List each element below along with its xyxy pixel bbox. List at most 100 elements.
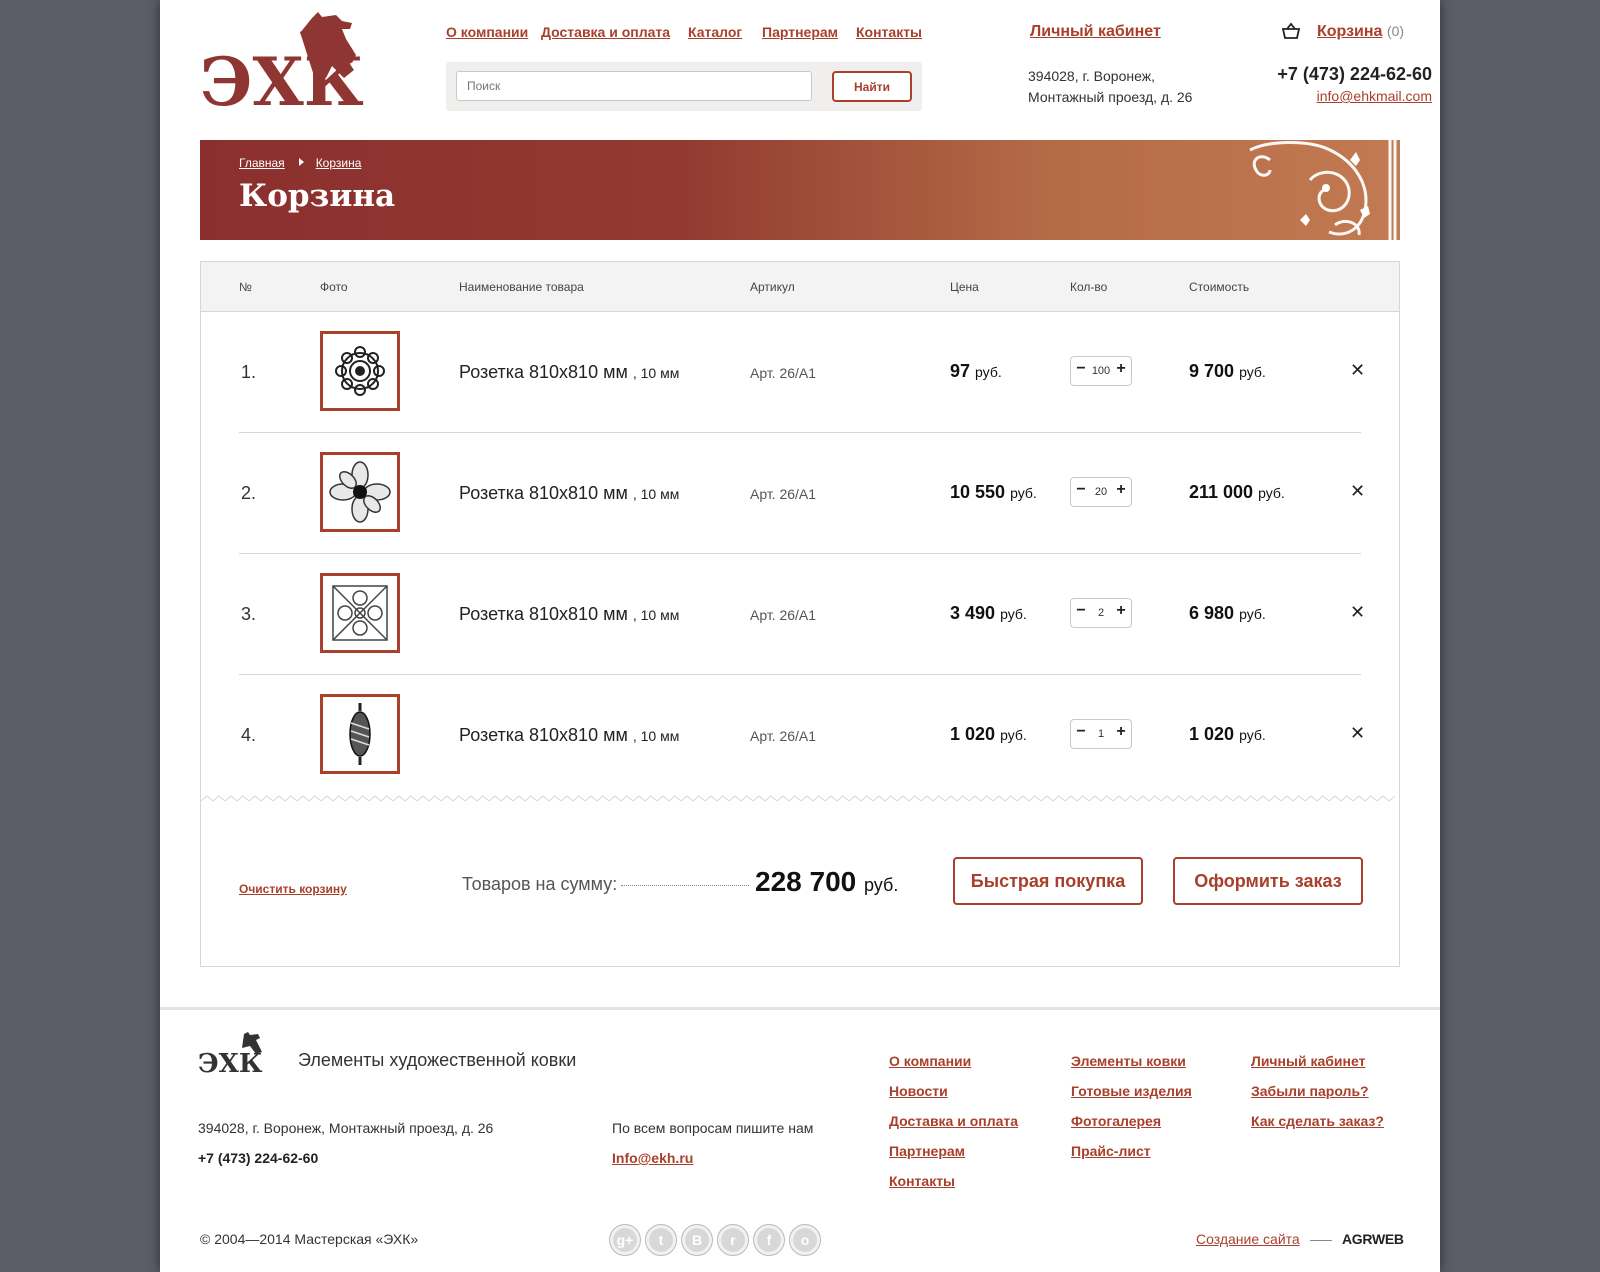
agrweb-logo[interactable]: AGRWEB [1342, 1231, 1404, 1247]
plus-icon[interactable]: + [1113, 481, 1129, 499]
page-title: Корзина [239, 178, 396, 214]
cost-currency: руб. [1258, 485, 1285, 501]
vk-icon[interactable]: В [681, 1224, 713, 1256]
search-input[interactable] [456, 71, 812, 101]
remove-icon[interactable]: ✕ [1350, 723, 1365, 744]
nav-contacts[interactable]: Контакты [856, 24, 922, 40]
checkout-button[interactable]: Оформить заказ [1173, 857, 1363, 905]
site-created-link[interactable]: Создание сайта [1196, 1231, 1300, 1247]
footer-link-gallery[interactable]: Фотогалерея [1071, 1113, 1161, 1129]
price-value: 10 550 [950, 482, 1006, 502]
odnoklassniki-icon[interactable]: о [789, 1224, 821, 1256]
col-num: № [239, 280, 252, 294]
product-name[interactable]: Розетка 810х810 мм , 10 мм [459, 725, 679, 746]
product-article: Арт. 26/А1 [750, 365, 817, 381]
cart-count: (0) [1386, 23, 1405, 39]
google-plus-icon[interactable]: g+ [609, 1224, 641, 1256]
product-name[interactable]: Розетка 810х810 мм , 10 мм [459, 483, 679, 504]
twitter-icon[interactable]: t [645, 1224, 677, 1256]
table-row: 1. Розетка 810х810 мм , 10 мм Арт. 26/А1… [201, 312, 1399, 433]
row-num: 2. [241, 483, 257, 503]
footer-link-partners[interactable]: Партнерам [889, 1143, 965, 1159]
quantity-value[interactable]: 1 [1087, 728, 1115, 740]
quantity-value[interactable]: 100 [1087, 365, 1115, 377]
row-num: 3. [241, 604, 257, 624]
product-size: , 10 мм [632, 486, 680, 502]
nav-partners[interactable]: Партнерам [762, 24, 838, 40]
cost-value: 211 000 [1189, 482, 1254, 502]
breadcrumb-home[interactable]: Главная [239, 156, 285, 170]
clear-cart-link[interactable]: Очистить корзину [239, 882, 347, 896]
footer-logo[interactable]: ЭХК [198, 1032, 268, 1076]
price-value: 1 020 [950, 724, 996, 744]
rss-icon[interactable]: r [717, 1224, 749, 1256]
footer-link-pricelist[interactable]: Прайс-лист [1071, 1143, 1151, 1159]
search-box: Найти [446, 62, 922, 111]
rosette-round-icon [335, 346, 385, 396]
cabinet-link[interactable]: Личный кабинет [1030, 23, 1161, 41]
total-currency: руб. [864, 875, 899, 895]
footer-logo-text: ЭХК [198, 1049, 263, 1076]
product-price: 1 020 руб. [950, 724, 1027, 745]
quantity-value[interactable]: 2 [1087, 607, 1115, 619]
nav-delivery[interactable]: Доставка и оплата [541, 24, 670, 40]
quick-buy-button[interactable]: Быстрая покупка [953, 857, 1143, 905]
plus-icon[interactable]: + [1113, 360, 1129, 378]
cost-value: 9 700 [1189, 361, 1235, 381]
plus-icon[interactable]: + [1113, 723, 1129, 741]
page: ЭХК О компании Доставка и оплата Каталог… [160, 0, 1440, 1272]
nav-catalog[interactable]: Каталог [688, 24, 742, 40]
footer-ask: По всем вопросам пишите нам [612, 1120, 814, 1136]
quantity-stepper: − 100 + [1070, 356, 1132, 386]
footer-link-products[interactable]: Готовые изделия [1071, 1083, 1192, 1099]
header-email[interactable]: info@ehkmail.com [1240, 88, 1432, 104]
price-currency: руб. [1000, 606, 1027, 622]
col-qty: Кол-во [1070, 280, 1108, 294]
price-value: 3 490 [950, 603, 996, 623]
product-name[interactable]: Розетка 810х810 мм , 10 мм [459, 604, 679, 625]
basket-icon[interactable] [1281, 22, 1301, 40]
footer-link-forgot[interactable]: Забыли пароль? [1251, 1083, 1369, 1099]
product-name-text: Розетка 810х810 мм [459, 483, 628, 503]
header-address: 394028, г. Воронеж, Монтажный проезд, д.… [1028, 66, 1228, 108]
row-num: 4. [241, 725, 257, 745]
product-name-text: Розетка 810х810 мм [459, 604, 628, 624]
product-photo[interactable] [320, 573, 400, 653]
footer-link-elements[interactable]: Элементы ковки [1071, 1053, 1186, 1069]
facebook-icon[interactable]: f [753, 1224, 785, 1256]
product-name-text: Розетка 810х810 мм [459, 725, 628, 745]
product-name[interactable]: Розетка 810х810 мм , 10 мм [459, 362, 679, 383]
total-label-text: Товаров на сумму: [462, 874, 618, 894]
product-size: , 10 мм [632, 728, 680, 744]
quantity-value[interactable]: 20 [1087, 486, 1115, 498]
cart-link[interactable]: Корзина (0) [1317, 23, 1404, 41]
product-photo[interactable] [320, 331, 400, 411]
search-button[interactable]: Найти [832, 71, 912, 102]
plus-icon[interactable]: + [1113, 602, 1129, 620]
col-article: Артикул [750, 280, 795, 294]
footer-link-cabinet[interactable]: Личный кабинет [1251, 1053, 1365, 1069]
cost-currency: руб. [1239, 606, 1266, 622]
footer-mail[interactable]: Info@ekh.ru [612, 1150, 693, 1166]
product-photo[interactable] [320, 694, 400, 774]
footer-link-howto[interactable]: Как сделать заказ? [1251, 1113, 1384, 1129]
breadcrumb-current[interactable]: Корзина [316, 156, 362, 170]
footer-link-about[interactable]: О компании [889, 1053, 971, 1069]
nav-about[interactable]: О компании [446, 24, 528, 40]
remove-icon[interactable]: ✕ [1350, 360, 1365, 381]
product-photo[interactable] [320, 452, 400, 532]
ehk-logo[interactable]: ЭХК [200, 10, 370, 118]
product-cost: 1 020 руб. [1189, 724, 1266, 745]
row-num: 1. [241, 362, 257, 382]
product-size: , 10 мм [632, 607, 680, 623]
dotted-leader [621, 885, 750, 886]
header-phone: +7 (473) 224-62-60 [1277, 64, 1432, 84]
table-row: 2. Розетка 810х810 мм , 10 мм Арт. 26/А1… [201, 433, 1399, 554]
footer-link-delivery[interactable]: Доставка и оплата [889, 1113, 1018, 1129]
quantity-stepper: − 20 + [1070, 477, 1132, 507]
remove-icon[interactable]: ✕ [1350, 602, 1365, 623]
footer-link-news[interactable]: Новости [889, 1083, 948, 1099]
address-line-1: 394028, г. Воронеж, [1028, 68, 1155, 84]
remove-icon[interactable]: ✕ [1350, 481, 1365, 502]
footer-link-contacts[interactable]: Контакты [889, 1173, 955, 1189]
